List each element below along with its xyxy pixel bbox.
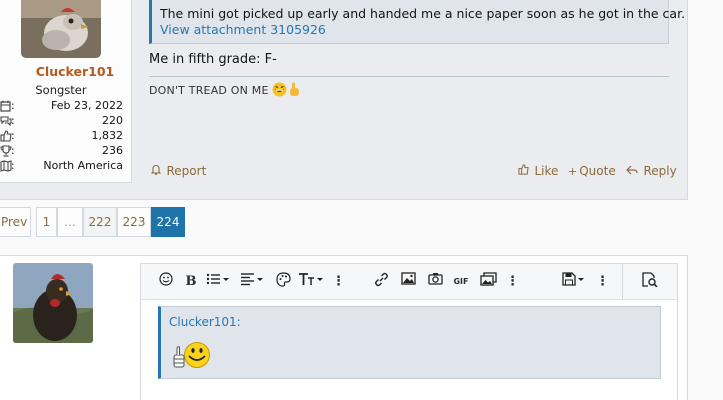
more-options-icon[interactable]: ⋮: [506, 272, 519, 292]
post-body: Me in fifth grade: F-: [149, 52, 277, 67]
signature-divider: [149, 76, 669, 77]
align-dropdown-icon[interactable]: [239, 272, 265, 292]
quote-button[interactable]: + Quote: [568, 164, 616, 178]
drafts-dropdown-icon[interactable]: [561, 272, 587, 292]
page-gap[interactable]: …: [57, 207, 83, 237]
report-label: Report: [166, 164, 207, 178]
like-button[interactable]: Like: [518, 164, 558, 178]
palette-icon[interactable]: [274, 272, 292, 292]
preview-icon[interactable]: [639, 272, 659, 292]
page-1[interactable]: 1: [36, 207, 57, 237]
text-size-dropdown-icon[interactable]: [298, 272, 324, 292]
stat-colon: :: [11, 114, 15, 127]
attachment-link[interactable]: View attachment 3105926: [160, 22, 326, 37]
signature-text: DON'T TREAD ON ME: [149, 84, 269, 97]
gif-icon[interactable]: GIF: [452, 272, 470, 292]
stat-joined: : Feb 23, 2022: [0, 99, 123, 114]
grinning-face-emoji-icon: [272, 82, 287, 100]
toolbar-separator: [622, 264, 623, 300]
stat-colon: :: [11, 99, 15, 112]
stat-value: 220: [102, 114, 123, 127]
reply-arrow-icon: [626, 165, 642, 178]
report-button[interactable]: Report: [150, 164, 207, 178]
quote-label: Quote: [579, 164, 616, 178]
quote-text: The mini got picked up early and handed …: [160, 6, 686, 21]
thumbs-up-smiley-icon: [171, 341, 213, 375]
stat-value: 1,832: [91, 129, 124, 142]
more-options-icon[interactable]: ⋮: [596, 272, 609, 292]
avatar[interactable]: [21, 0, 101, 58]
stat-reactions: : 1,832: [0, 129, 123, 144]
page-224-current[interactable]: 224: [151, 207, 185, 237]
more-options-icon[interactable]: ⋮: [332, 272, 345, 292]
editor-toolbar: B ⋮ GIF ⋮ ⋮: [141, 264, 677, 300]
quote-author: Clucker101:: [169, 315, 241, 329]
user-info-panel: Clucker101 Songster : Feb 23, 2022 : 220…: [0, 0, 132, 183]
prev-page-button[interactable]: Prev: [0, 207, 31, 237]
editor-quote-block[interactable]: Clucker101:: [158, 306, 661, 379]
camera-icon[interactable]: [426, 272, 444, 292]
user-title: Songster: [35, 83, 87, 97]
username[interactable]: Clucker101: [0, 64, 150, 79]
thumbs-up-icon: [518, 164, 533, 178]
media-gallery-icon[interactable]: [478, 272, 498, 292]
reply-button[interactable]: Reply: [626, 164, 677, 178]
image-icon[interactable]: [399, 272, 417, 292]
page-223[interactable]: 223: [117, 207, 151, 237]
like-label: Like: [534, 164, 559, 178]
plus-icon: +: [568, 165, 578, 178]
stat-location: : North America: [0, 159, 123, 174]
link-icon[interactable]: [372, 272, 390, 292]
quote-block: The mini got picked up early and handed …: [149, 0, 685, 44]
list-dropdown-icon[interactable]: [205, 272, 231, 292]
stat-value: Feb 23, 2022: [51, 99, 123, 112]
stat-value: 236: [102, 144, 123, 157]
stat-colon: :: [11, 129, 15, 142]
page-222[interactable]: 222: [83, 207, 117, 237]
pointing-up-hand-icon: [287, 82, 301, 100]
stat-value: North America: [43, 159, 123, 172]
reply-label: Reply: [643, 164, 677, 178]
bold-icon[interactable]: B: [183, 272, 199, 292]
bell-icon: [150, 164, 165, 178]
signature: DON'T TREAD ON ME: [149, 82, 301, 100]
message-editor[interactable]: B ⋮ GIF ⋮ ⋮ Clucker101:: [140, 263, 678, 400]
avatar: [13, 263, 93, 343]
smilie-icon[interactable]: [157, 272, 175, 292]
stat-colon: :: [11, 144, 15, 157]
stat-messages: : 220: [0, 114, 123, 129]
post: Clucker101 Songster : Feb 23, 2022 : 220…: [0, 0, 688, 200]
stat-points: : 236: [0, 144, 123, 159]
stat-colon: :: [11, 159, 15, 172]
